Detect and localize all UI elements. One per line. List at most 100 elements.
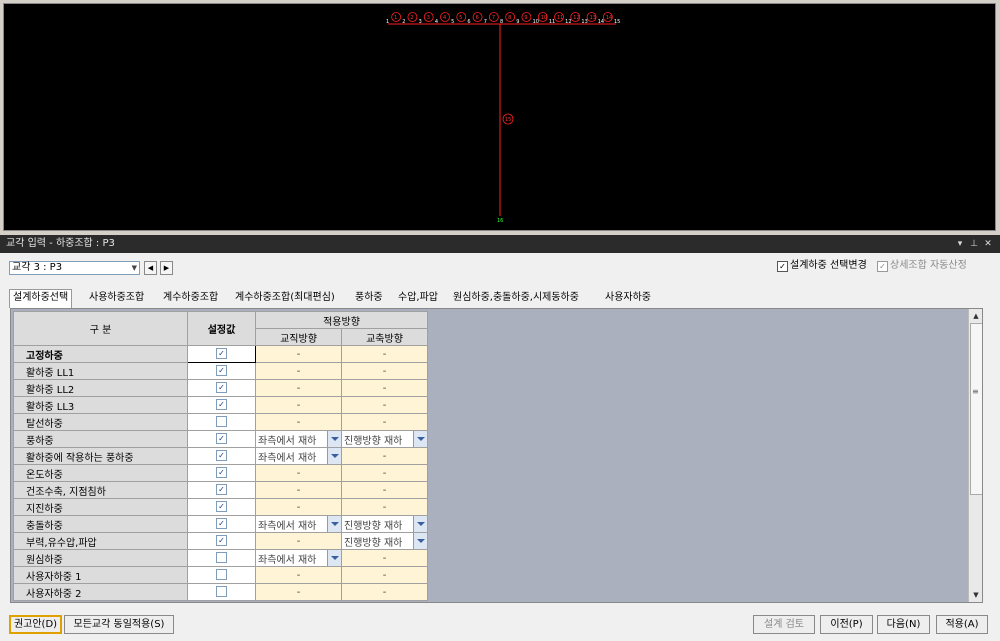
load-enabled-cell[interactable]: ✓ [187, 362, 256, 380]
node-label: 6 [467, 19, 470, 25]
axis-direction-select[interactable]: 진행방향 재하 [341, 515, 428, 533]
tab-3[interactable]: 계수하중조합(최대편심) [232, 290, 338, 306]
load-enabled-checkbox[interactable]: ✓ [216, 348, 227, 360]
scroll-up-icon[interactable]: ▲ [970, 310, 982, 322]
detail-auto-option[interactable]: ✓ 상세조합 자동산정 [877, 260, 967, 272]
dropdown-arrow-icon[interactable] [327, 550, 341, 566]
load-enabled-checkbox[interactable] [216, 416, 227, 428]
pier-select[interactable]: 교각 3 : P3 ▼ [9, 261, 140, 275]
tab-2[interactable]: 계수하중조합 [160, 290, 221, 306]
dropdown-arrow-icon[interactable] [413, 516, 427, 532]
load-enabled-checkbox[interactable] [216, 552, 227, 564]
tab-6[interactable]: 원심하중,충돌하중,시제동하중 [450, 290, 582, 306]
element-label: 7 [492, 15, 495, 21]
apply-all-piers-button[interactable]: 모든교각 동일적용(S) [64, 615, 174, 634]
design-check-button[interactable]: 설계 검토 [753, 615, 815, 634]
dropdown-arrow-icon[interactable] [327, 448, 341, 464]
perp-direction-value: 좌측에서 재하 [258, 554, 317, 566]
design-load-change-option[interactable]: ✓ 설계하중 선택변경 [777, 260, 867, 272]
node-label: 1 [386, 19, 389, 25]
load-enabled-cell[interactable]: ✓ [187, 430, 256, 448]
prev-button[interactable]: 이전(P) [820, 615, 873, 634]
apply-button[interactable]: 적용(A) [936, 615, 988, 634]
element-label: 6 [476, 15, 479, 21]
dropdown-arrow-icon[interactable] [413, 533, 427, 549]
next-button[interactable]: 다음(N) [877, 615, 930, 634]
perp-direction-cell: - [255, 413, 342, 431]
scroll-down-icon[interactable]: ▼ [970, 589, 982, 601]
next-pier-button[interactable]: ▶ [160, 261, 173, 275]
node-label: 13 [581, 19, 587, 25]
tab-0[interactable]: 설계하중선택 [9, 289, 73, 308]
pier-select-value: 교각 3 : P3 [12, 262, 63, 273]
table-row: 활하중 LL1 ✓ - - [13, 362, 428, 380]
load-enabled-cell[interactable] [187, 583, 256, 601]
load-enabled-cell[interactable]: ✓ [187, 532, 256, 550]
perp-direction-value: - [296, 399, 301, 411]
table-row: 활하중 LL3 ✓ - - [13, 396, 428, 414]
load-enabled-cell[interactable]: ✓ [187, 515, 256, 533]
load-enabled-checkbox[interactable] [216, 569, 227, 581]
perp-direction-cell: - [255, 532, 342, 550]
pin-icon[interactable]: ⊥ [968, 235, 980, 253]
load-name: 원심하중 [13, 549, 188, 567]
load-enabled-cell[interactable] [187, 413, 256, 431]
tab-7[interactable]: 사용자하중 [602, 290, 654, 306]
vertical-scrollbar[interactable]: ▲ ≡ ▼ [968, 309, 982, 602]
load-name: 활하중에 작용하는 풍하중 [13, 447, 188, 465]
axis-direction-cell: - [341, 464, 428, 482]
axis-direction-cell: - [341, 396, 428, 414]
prev-pier-button[interactable]: ◀ [144, 261, 157, 275]
tab-1[interactable]: 사용하중조합 [86, 290, 147, 306]
pier-bottom-node-label: 16 [497, 218, 503, 224]
checkbox[interactable]: ✓ [877, 261, 888, 272]
load-enabled-checkbox[interactable]: ✓ [216, 467, 227, 479]
element-label: 5 [459, 15, 462, 21]
axis-direction-cell: - [341, 549, 428, 567]
load-enabled-checkbox[interactable] [216, 586, 227, 598]
element-label: 8 [508, 15, 511, 21]
load-enabled-checkbox[interactable]: ✓ [216, 433, 227, 445]
load-enabled-checkbox[interactable]: ✓ [216, 518, 227, 530]
scroll-thumb[interactable] [970, 323, 982, 495]
header-value: 설정값 [187, 311, 256, 346]
load-enabled-cell[interactable]: ✓ [187, 498, 256, 516]
load-enabled-cell[interactable] [187, 549, 256, 567]
dropdown-arrow-icon[interactable] [327, 431, 341, 447]
perp-direction-select[interactable]: 좌측에서 재하 [255, 430, 342, 448]
load-enabled-cell[interactable]: ✓ [187, 481, 256, 499]
load-enabled-checkbox[interactable]: ✓ [216, 399, 227, 411]
load-enabled-cell[interactable] [187, 566, 256, 584]
model-viewport[interactable]: 1 2 3 4 5 6 7 8 9 10 11 12 13 14 15 1 2 3 4 5 6 7 8 9 10 11 12 13 14… [3, 3, 996, 231]
load-enabled-cell[interactable]: ✓ [187, 396, 256, 414]
checkbox[interactable]: ✓ [777, 261, 788, 272]
tab-5[interactable]: 수압,파압 [395, 290, 441, 306]
dropdown-arrow-icon[interactable] [327, 516, 341, 532]
header-axis-direction: 교축방향 [341, 328, 428, 346]
load-enabled-cell[interactable]: ✓ [187, 379, 256, 397]
axis-direction-select[interactable]: 진행방향 재하 [341, 532, 428, 550]
load-enabled-cell[interactable]: ✓ [187, 464, 256, 482]
perp-direction-select[interactable]: 좌측에서 재하 [255, 515, 342, 533]
perp-direction-select[interactable]: 좌측에서 재하 [255, 447, 342, 465]
axis-direction-select[interactable]: 진행방향 재하 [341, 430, 428, 448]
node-label: 2 [402, 19, 405, 25]
load-enabled-cell[interactable]: ✓ [187, 345, 256, 363]
recommend-button[interactable]: 권고안(D) [9, 615, 62, 634]
perp-direction-select[interactable]: 좌측에서 재하 [255, 549, 342, 567]
table-row: 사용자하중 1 - - [13, 566, 428, 584]
load-enabled-checkbox[interactable]: ✓ [216, 535, 227, 547]
dropdown-icon[interactable]: ▾ [954, 235, 966, 253]
load-enabled-checkbox[interactable]: ✓ [216, 501, 227, 513]
perp-direction-cell: - [255, 379, 342, 397]
load-enabled-checkbox[interactable]: ✓ [216, 450, 227, 462]
load-enabled-checkbox[interactable]: ✓ [216, 365, 227, 377]
axis-direction-cell: - [341, 481, 428, 499]
tab-4[interactable]: 풍하중 [352, 290, 386, 306]
load-enabled-cell[interactable]: ✓ [187, 447, 256, 465]
load-enabled-checkbox[interactable]: ✓ [216, 382, 227, 394]
perp-direction-value: 좌측에서 재하 [258, 435, 317, 447]
load-enabled-checkbox[interactable]: ✓ [216, 484, 227, 496]
dropdown-arrow-icon[interactable] [413, 431, 427, 447]
close-icon[interactable]: ✕ [982, 235, 994, 253]
